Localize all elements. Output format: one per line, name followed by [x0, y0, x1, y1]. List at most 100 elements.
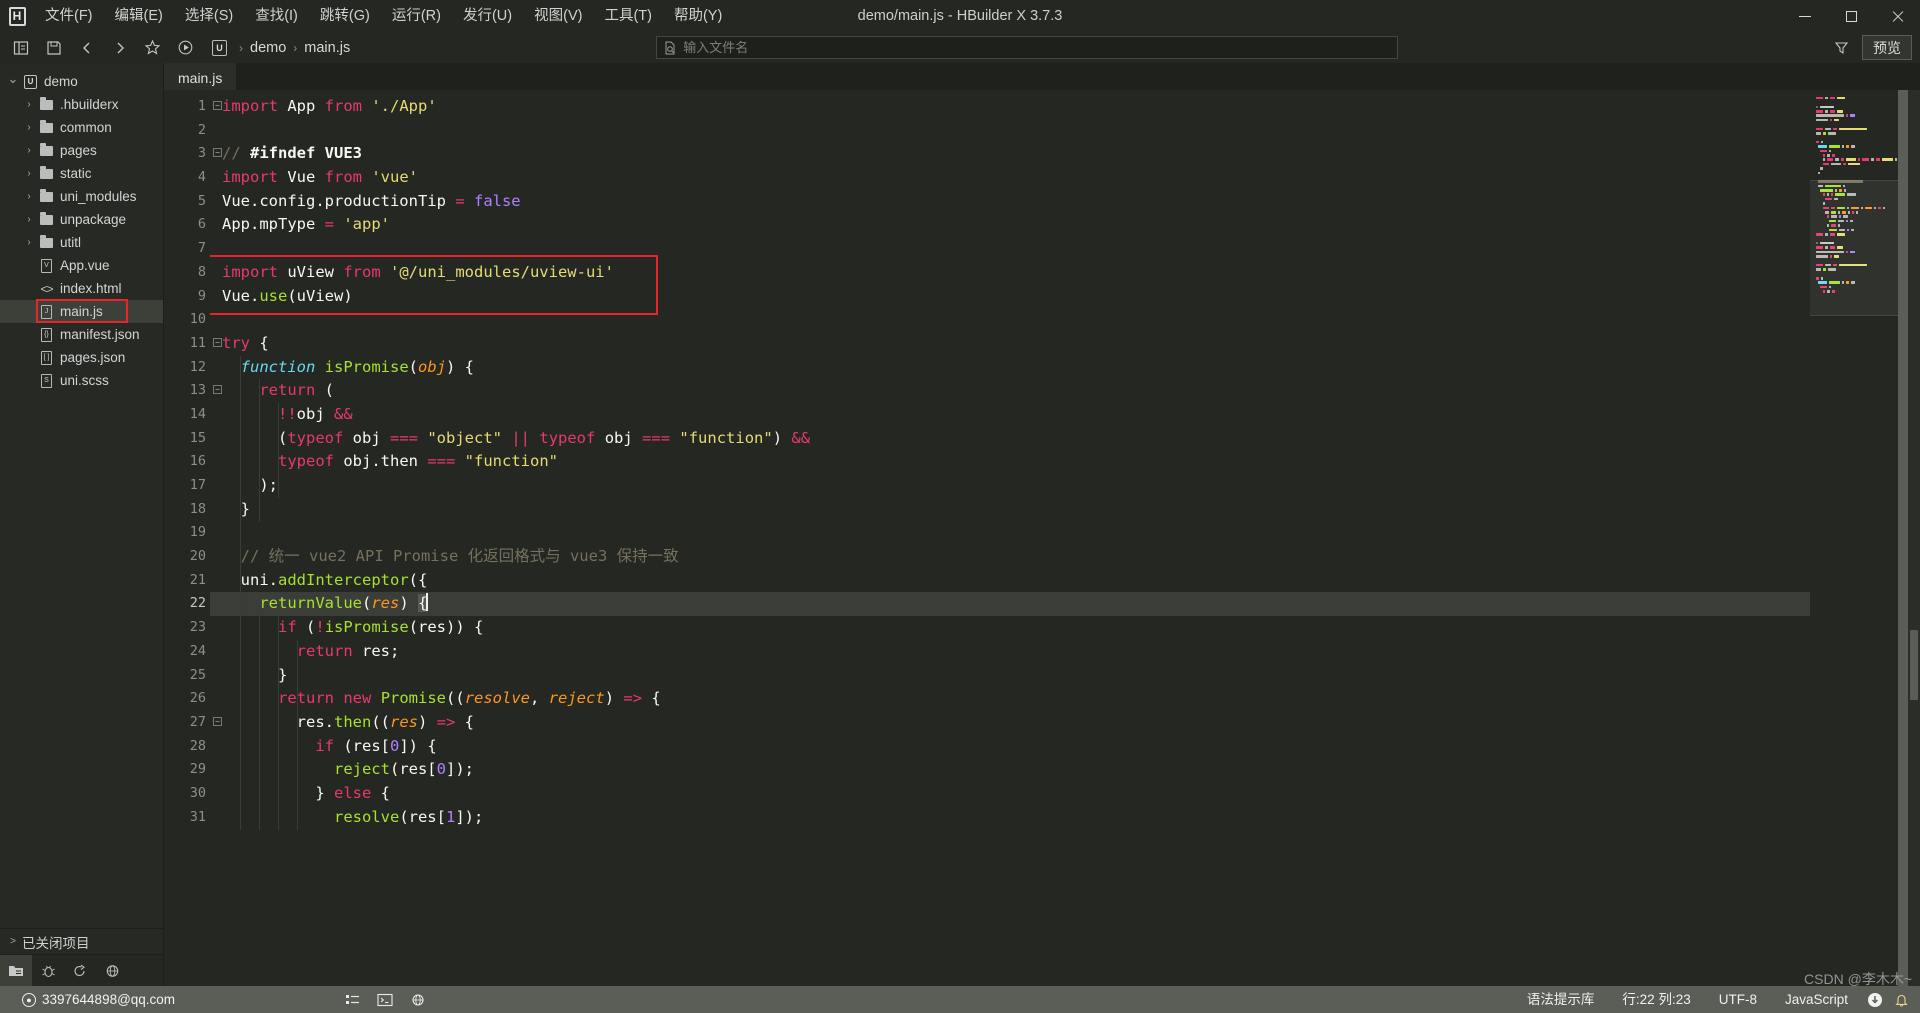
- minimap-viewport[interactable]: [1810, 179, 1898, 316]
- code-line[interactable]: return res;: [210, 640, 1810, 664]
- code-line[interactable]: }: [210, 498, 1810, 522]
- code-line[interactable]: if (res[0]) {: [210, 735, 1810, 759]
- menu-help[interactable]: 帮助(Y): [663, 0, 733, 32]
- tab-main-js[interactable]: main.js: [164, 63, 237, 90]
- tree-item-index-html[interactable]: <> index.html: [0, 277, 163, 300]
- chevron-right-icon[interactable]: ›: [20, 214, 38, 225]
- project-tree[interactable]: ⌄ Udemo › .hbuilderx › common › pages › static › un…: [0, 63, 163, 928]
- menu-edit[interactable]: 编辑(E): [104, 0, 174, 32]
- code-line[interactable]: function isPromise(obj) {: [210, 356, 1810, 380]
- debug-button[interactable]: [32, 955, 64, 987]
- menu-find[interactable]: 查找(I): [244, 0, 309, 32]
- vertical-scrollbar[interactable]: [1908, 90, 1920, 986]
- code-line[interactable]: import App from './App': [210, 95, 1810, 119]
- close-button[interactable]: [1874, 0, 1920, 32]
- code-line[interactable]: try {: [210, 332, 1810, 356]
- notification-button[interactable]: [1888, 986, 1914, 1013]
- chevron-right-icon[interactable]: ›: [20, 168, 38, 179]
- code-line[interactable]: import uView from '@/uni_modules/uview-u…: [210, 261, 1810, 285]
- menu-run[interactable]: 运行(R): [381, 0, 452, 32]
- menu-publish[interactable]: 发行(U): [452, 0, 523, 32]
- globe-button[interactable]: [405, 986, 431, 1013]
- code-line[interactable]: resolve(res[1]);: [210, 806, 1810, 830]
- terminal-button[interactable]: [372, 986, 398, 1013]
- code-line[interactable]: [210, 308, 1810, 332]
- code-line[interactable]: reject(res[0]);: [210, 758, 1810, 782]
- save-button[interactable]: [37, 32, 70, 63]
- network-button[interactable]: [96, 955, 128, 987]
- code-line[interactable]: import Vue from 'vue': [210, 166, 1810, 190]
- back-button[interactable]: [70, 32, 103, 63]
- breadcrumb-file[interactable]: main.js: [304, 40, 350, 56]
- code-line[interactable]: [210, 237, 1810, 261]
- minimize-button[interactable]: [1782, 0, 1828, 32]
- code-line[interactable]: // 统一 vue2 API Promise 化返回格式与 vue3 保持一致: [210, 545, 1810, 569]
- chevron-right-icon[interactable]: ›: [20, 122, 38, 133]
- tree-item--hbuilderx[interactable]: › .hbuilderx: [0, 93, 163, 116]
- preview-button[interactable]: 预览: [1862, 35, 1912, 60]
- syntax-library-status[interactable]: 语法提示库: [1513, 986, 1609, 1013]
- code-line[interactable]: uni.addInterceptor({: [210, 569, 1810, 593]
- closed-projects-row[interactable]: > 已关闭项目: [0, 928, 163, 954]
- code-line[interactable]: );: [210, 474, 1810, 498]
- favorite-button[interactable]: [136, 32, 169, 63]
- filter-button[interactable]: [1824, 32, 1858, 63]
- chevron-right-icon[interactable]: ›: [20, 237, 38, 248]
- code-line[interactable]: return (: [210, 379, 1810, 403]
- share-button[interactable]: [64, 955, 96, 987]
- tree-item-demo[interactable]: ⌄ Udemo: [0, 70, 163, 93]
- tree-item-utitl[interactable]: › utitl: [0, 231, 163, 254]
- encoding-status[interactable]: UTF-8: [1705, 986, 1771, 1013]
- code-line[interactable]: Vue.use(uView): [210, 285, 1810, 309]
- code-line[interactable]: return new Promise((resolve, reject) => …: [210, 687, 1810, 711]
- code-line[interactable]: typeof obj.then === "function": [210, 450, 1810, 474]
- explorer-button[interactable]: [0, 954, 32, 987]
- minimap-scrollbar[interactable]: [1898, 90, 1908, 986]
- code-line[interactable]: if (!isPromise(res)) {: [210, 616, 1810, 640]
- vertical-scrollbar-thumb[interactable]: [1910, 630, 1918, 700]
- tree-item-unpackage[interactable]: › unpackage: [0, 208, 163, 231]
- code-line[interactable]: // #ifndef VUE3: [210, 142, 1810, 166]
- code-minimap[interactable]: [1810, 90, 1908, 986]
- code-line[interactable]: App.mpType = 'app': [210, 213, 1810, 237]
- cursor-position-status[interactable]: 行:22 列:23: [1608, 986, 1704, 1013]
- breadcrumb-project[interactable]: demo: [250, 40, 286, 56]
- code-line[interactable]: [210, 521, 1810, 545]
- code-line[interactable]: returnValue(res) {: [210, 592, 1810, 617]
- maximize-button[interactable]: [1828, 0, 1874, 32]
- chevron-right-icon[interactable]: ›: [20, 191, 38, 202]
- code-line[interactable]: !!obj &&: [210, 403, 1810, 427]
- code-line[interactable]: } else {: [210, 782, 1810, 806]
- tree-item-common[interactable]: › common: [0, 116, 163, 139]
- chevron-right-icon[interactable]: ›: [20, 99, 38, 110]
- tree-item-uni-scss[interactable]: Suni.scss: [0, 369, 163, 392]
- tree-item-uni-modules[interactable]: › uni_modules: [0, 185, 163, 208]
- menu-goto[interactable]: 跳转(G): [309, 0, 381, 32]
- menu-select[interactable]: 选择(S): [174, 0, 244, 32]
- code-line[interactable]: res.then((res) => {: [210, 711, 1810, 735]
- menu-view[interactable]: 视图(V): [523, 0, 593, 32]
- toggle-sidebar-button[interactable]: [4, 32, 37, 63]
- code-line[interactable]: Vue.config.productionTip = false: [210, 190, 1810, 214]
- language-mode-status[interactable]: JavaScript: [1771, 986, 1862, 1013]
- chevron-right-icon[interactable]: ›: [20, 145, 38, 156]
- tree-item-main-js[interactable]: Jmain.js: [0, 300, 163, 323]
- code-content[interactable]: import App from './App'// #ifndef VUE3 im…: [210, 90, 1810, 986]
- tree-item-static[interactable]: › static: [0, 162, 163, 185]
- chevron-down-icon[interactable]: ⌄: [4, 71, 22, 87]
- tree-item-app-vue[interactable]: V App.vue: [0, 254, 163, 277]
- code-line[interactable]: [210, 119, 1810, 143]
- tree-item-manifest-json[interactable]: {} manifest.json: [0, 323, 163, 346]
- file-search-input[interactable]: [683, 40, 1392, 55]
- run-button[interactable]: [169, 32, 202, 63]
- menu-file[interactable]: 文件(F): [34, 0, 104, 32]
- code-line[interactable]: (typeof obj === "object" || typeof obj =…: [210, 427, 1810, 451]
- list-button[interactable]: [339, 986, 365, 1013]
- editor-area[interactable]: 1−23−4567891011−1213−141516171819202122−…: [164, 90, 1920, 986]
- tree-item-pages[interactable]: › pages: [0, 139, 163, 162]
- code-line[interactable]: }: [210, 664, 1810, 688]
- download-button[interactable]: [1862, 986, 1888, 1013]
- forward-button[interactable]: [103, 32, 136, 63]
- menu-tools[interactable]: 工具(T): [593, 0, 663, 32]
- account-indicator[interactable]: ● 3397644898@qq.com: [22, 992, 175, 1007]
